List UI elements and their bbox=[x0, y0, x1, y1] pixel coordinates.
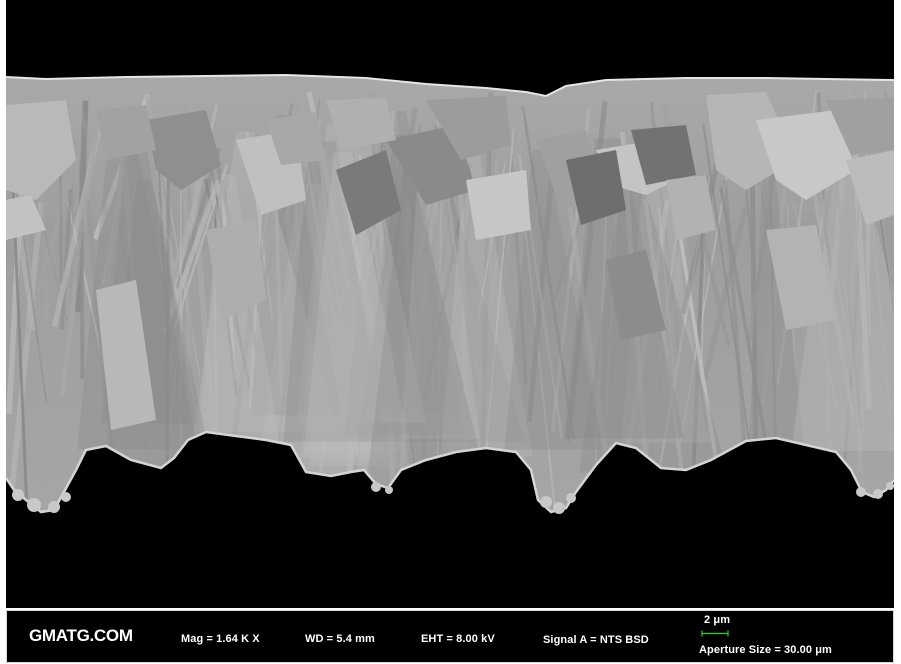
coating-layer bbox=[6, 75, 894, 512]
scale-bar-label: 2 μm bbox=[704, 614, 731, 626]
working-distance-readout: WD = 5.4 mm bbox=[305, 633, 375, 645]
sem-micrograph bbox=[6, 0, 894, 608]
interface-nodules bbox=[12, 482, 894, 514]
sem-info-bar: GMATG.COM Mag = 1.64 K X WD = 5.4 mm EHT… bbox=[6, 610, 894, 663]
signal-readout: Signal A = NTS BSD bbox=[543, 634, 649, 646]
coating-cross-section-image bbox=[6, 73, 894, 514]
scale-bar-icon bbox=[701, 630, 729, 637]
magnification-readout: Mag = 1.64 K X bbox=[181, 633, 260, 645]
sem-viewer-frame: GMATG.COM Mag = 1.64 K X WD = 5.4 mm EHT… bbox=[0, 0, 901, 664]
aperture-size-readout: Aperture Size = 30.00 μm bbox=[699, 644, 832, 656]
gmatg-logo: GMATG.COM bbox=[29, 626, 133, 645]
eht-voltage-readout: EHT = 8.00 kV bbox=[421, 633, 495, 645]
